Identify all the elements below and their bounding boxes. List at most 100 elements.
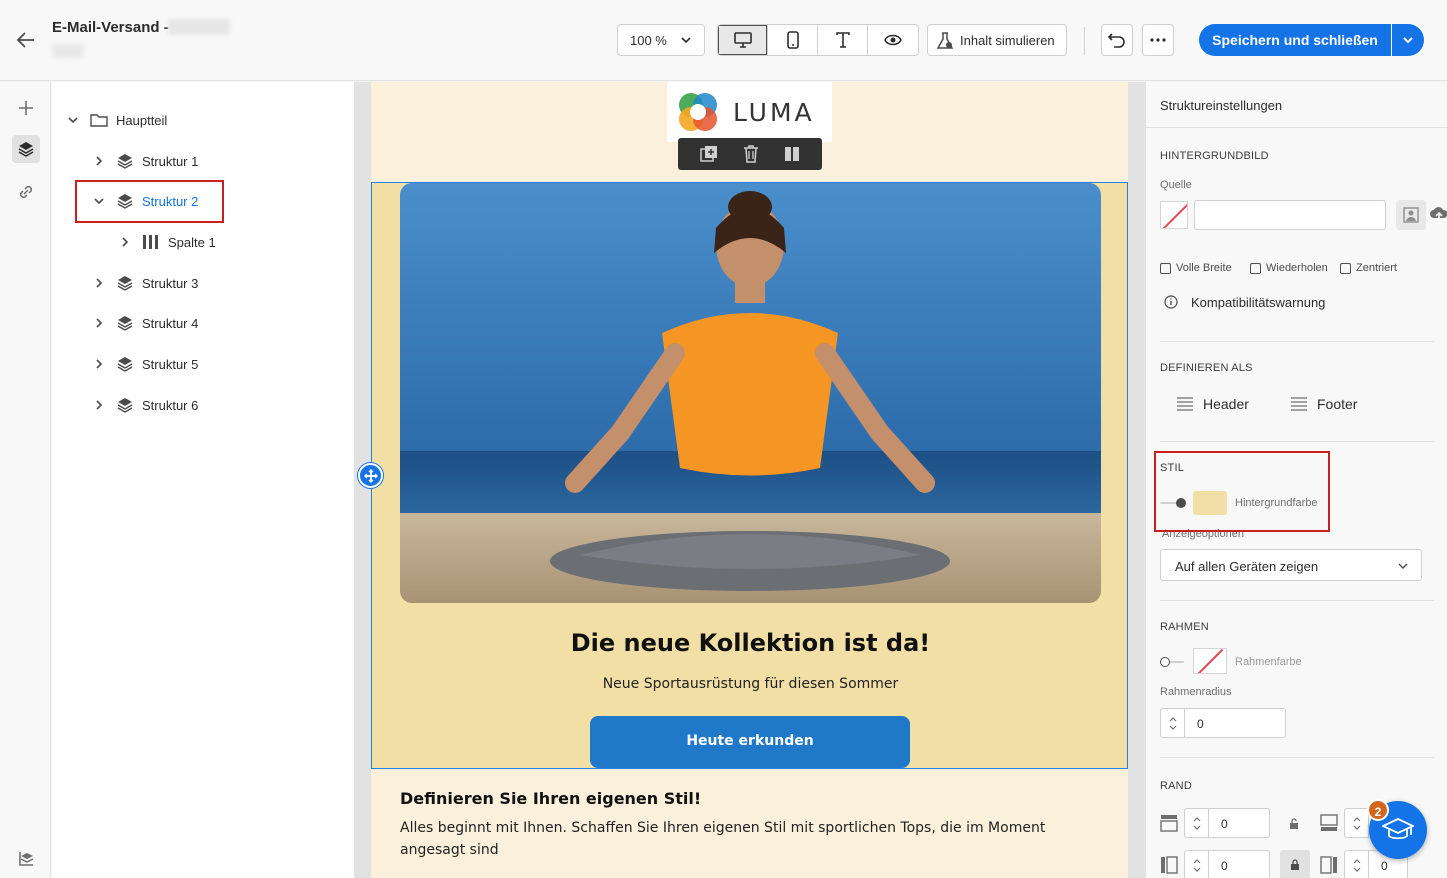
bg-image-swatch[interactable]: [1160, 201, 1188, 229]
source-input[interactable]: [1194, 200, 1386, 230]
define-header-option[interactable]: Header: [1177, 396, 1249, 412]
tree-root-label: Hauptteil: [116, 112, 168, 128]
redacted-subtitle: [52, 44, 84, 58]
layers-icon: [117, 276, 133, 291]
columns-icon[interactable]: [784, 146, 800, 162]
email-subline[interactable]: Neue Sportausrüstung für diesen Sommer: [372, 676, 1128, 692]
logo-block[interactable]: LUMA: [667, 82, 832, 142]
zoom-value: 100 %: [630, 33, 667, 48]
layers-icon: [117, 154, 133, 169]
border-radius-label: Rahmenradius: [1160, 686, 1232, 698]
zoom-select[interactable]: 100 %: [617, 24, 705, 56]
back-arrow-icon[interactable]: [14, 28, 38, 52]
tree-item-struktur-3[interactable]: Struktur 3: [92, 272, 198, 294]
simulate-content-button[interactable]: Inhalt simulieren: [927, 24, 1067, 56]
top-bar: E-Mail-Versand - 100 % Inhalt simulieren…: [0, 0, 1447, 81]
footer-lines-icon: [1291, 397, 1307, 411]
tree-item-spalte-1[interactable]: Spalte 1: [118, 231, 216, 253]
chevron-up-icon: [1353, 858, 1360, 863]
margin-left-stepper[interactable]: 0: [1184, 850, 1270, 878]
tree-item-label: Struktur 3: [142, 275, 199, 291]
border-radius-value[interactable]: 0: [1184, 708, 1286, 738]
redacted-title-part: [168, 19, 230, 35]
asset-picker-button[interactable]: [1396, 200, 1426, 230]
desktop-view-button[interactable]: [718, 25, 768, 55]
tree-root[interactable]: Hauptteil: [66, 109, 167, 131]
email-headline[interactable]: Die neue Kollektion ist da!: [372, 629, 1128, 657]
selected-structure[interactable]: Die neue Kollektion ist da! Neue Sportau…: [371, 182, 1128, 769]
chevron-up-icon: [1193, 816, 1200, 821]
chevron-down-icon: [1353, 825, 1360, 830]
chevron-down-icon: [1193, 867, 1200, 872]
section-margin: RAND: [1160, 780, 1192, 792]
section-text[interactable]: Alles beginnt mit Ihnen. Schaffen Sie Ih…: [400, 817, 1080, 861]
columns-icon: [143, 235, 158, 249]
border-color-toggle[interactable]: [1160, 656, 1186, 668]
lock-icon[interactable]: [1288, 817, 1300, 835]
hero-image[interactable]: [400, 183, 1101, 603]
upload-icon[interactable]: [1430, 206, 1447, 227]
mobile-view-button[interactable]: [768, 25, 818, 55]
section-bg-image: HINTERGRUNDBILD: [1160, 150, 1269, 162]
margin-top-icon: [1160, 814, 1178, 837]
checkbox-label: Volle Breite: [1176, 262, 1232, 274]
lock-button[interactable]: [1280, 850, 1310, 878]
compat-warning-link[interactable]: Kompatibilitätswarnung: [1191, 295, 1325, 310]
more-options-button[interactable]: [1142, 24, 1174, 56]
cta-button[interactable]: Heute erkunden: [590, 716, 910, 768]
chevron-down-icon: [1193, 825, 1200, 830]
margin-left-value[interactable]: 0: [1208, 850, 1270, 878]
margin-bottom-icon: [1320, 814, 1338, 837]
text-icon: [835, 32, 850, 48]
chevron-down-icon: [1398, 563, 1408, 569]
section-title[interactable]: Definieren Sie Ihren eigenen Stil!: [400, 789, 701, 808]
delete-icon[interactable]: [743, 145, 759, 163]
chevron-down-icon: [1169, 725, 1176, 730]
chevron-right-icon: [96, 359, 103, 369]
text-view-button[interactable]: [818, 25, 868, 55]
border-color-swatch[interactable]: [1193, 648, 1227, 674]
layers-icon: [117, 398, 133, 413]
eye-icon: [884, 34, 902, 46]
margin-top-value[interactable]: 0: [1208, 808, 1270, 838]
tree-item-struktur-1[interactable]: Struktur 1: [92, 150, 198, 172]
margin-right-icon: [1320, 856, 1338, 878]
divider: [1160, 441, 1434, 442]
panel-divider: [1146, 127, 1447, 128]
chevron-right-icon: [122, 237, 129, 247]
chevron-down-icon: [1353, 867, 1360, 872]
layers-icon[interactable]: [12, 135, 40, 163]
layers-settings-icon[interactable]: [12, 844, 40, 872]
display-options-select[interactable]: Auf allen Geräten zeigen: [1160, 549, 1422, 581]
define-footer-option[interactable]: Footer: [1291, 396, 1357, 412]
save-options-dropdown[interactable]: [1392, 24, 1424, 56]
move-handle[interactable]: [358, 463, 383, 488]
margin-top-stepper[interactable]: 0: [1184, 808, 1270, 838]
checkbox-label: Zentriert: [1356, 262, 1397, 274]
add-icon[interactable]: [12, 94, 40, 122]
preview-button[interactable]: [868, 25, 918, 55]
checkbox-repeat[interactable]: Wiederholen: [1250, 262, 1328, 274]
link-icon[interactable]: [12, 178, 40, 206]
duplicate-icon[interactable]: [700, 145, 718, 163]
tree-item-struktur-4[interactable]: Struktur 4: [92, 312, 198, 334]
chevron-down-icon: [68, 117, 78, 124]
tree-item-struktur-6[interactable]: Struktur 6: [92, 394, 198, 416]
checkbox-full-width[interactable]: Volle Breite: [1160, 262, 1232, 274]
notification-badge: 2: [1367, 799, 1389, 821]
tree-item-struktur-5[interactable]: Struktur 5: [92, 353, 198, 375]
panel-title: Struktureinstellungen: [1160, 98, 1283, 113]
section-border: RAHMEN: [1160, 621, 1209, 633]
chevron-up-icon: [1353, 816, 1360, 821]
highlight-box-style: [1154, 451, 1330, 532]
lock-icon: [1291, 859, 1299, 870]
save-and-close-button[interactable]: Speichern und schließen: [1199, 24, 1391, 56]
checkbox-centered[interactable]: Zentriert: [1340, 262, 1397, 274]
highlight-box-tree: [75, 180, 224, 223]
image-icon: [1403, 207, 1419, 223]
border-radius-stepper[interactable]: 0: [1160, 708, 1286, 738]
define-header-label: Header: [1203, 396, 1249, 412]
tree-item-label: Spalte 1: [168, 234, 216, 250]
undo-button[interactable]: [1101, 24, 1133, 56]
flask-icon: [936, 32, 954, 49]
